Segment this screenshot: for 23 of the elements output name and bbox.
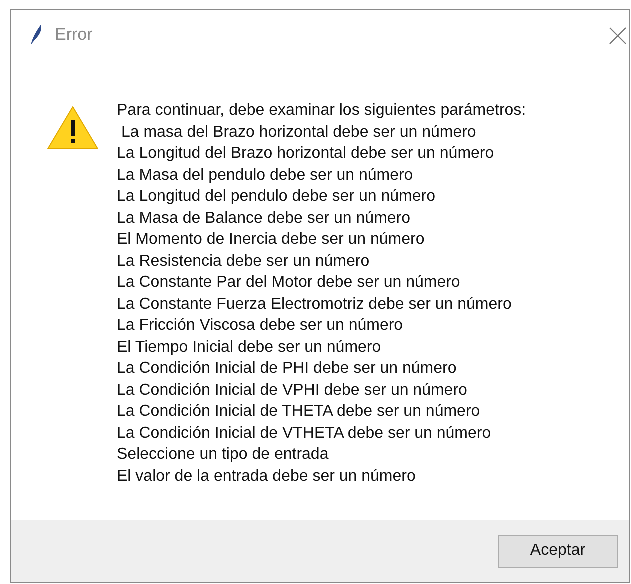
message-line: La Condición Inicial de VPHI debe ser un número <box>117 380 468 400</box>
feather-icon <box>29 24 43 46</box>
message-line: La Resistencia debe ser un número <box>117 252 371 272</box>
message-line: El Momento de Inercia debe ser un número <box>117 230 426 250</box>
message-line: La Longitud del Brazo horizontal debe ser un número <box>117 144 496 164</box>
message-line: La Condición Inicial de THETA debe ser un número <box>117 402 482 422</box>
message-line: La Masa del pendulo debe ser un número <box>117 166 414 186</box>
message-line: La Masa de Balance debe ser un número <box>117 208 412 228</box>
message-line: El valor de la entrada debe ser un número <box>117 466 417 486</box>
message-line: La Condición Inicial de PHI debe ser un número <box>117 359 458 379</box>
message-line: La masa del Brazo horizontal debe ser un número <box>120 122 478 142</box>
message-line: La Condición Inicial de VTHETA debe ser un número <box>117 424 492 444</box>
message-line: La Longitud del pendulo debe ser un número <box>117 187 436 207</box>
message-line: El Tiempo Inicial debe ser un número <box>117 338 382 358</box>
message-line: La Fricción Viscosa debe ser un número <box>117 316 404 336</box>
window-title: Error <box>55 25 93 45</box>
close-icon[interactable] <box>609 27 627 45</box>
message-line: Para continuar, debe examinar los siguientes parámetros: <box>117 101 526 121</box>
warning-icon <box>47 106 99 150</box>
message-line: Seleccione un tipo de entrada <box>117 445 330 465</box>
message-line: La Constante Par del Motor debe ser un número <box>117 273 462 293</box>
accept-button[interactable]: Aceptar <box>498 534 618 568</box>
message-line: La Constante Fuerza Electromotriz debe ser un número <box>117 294 513 314</box>
